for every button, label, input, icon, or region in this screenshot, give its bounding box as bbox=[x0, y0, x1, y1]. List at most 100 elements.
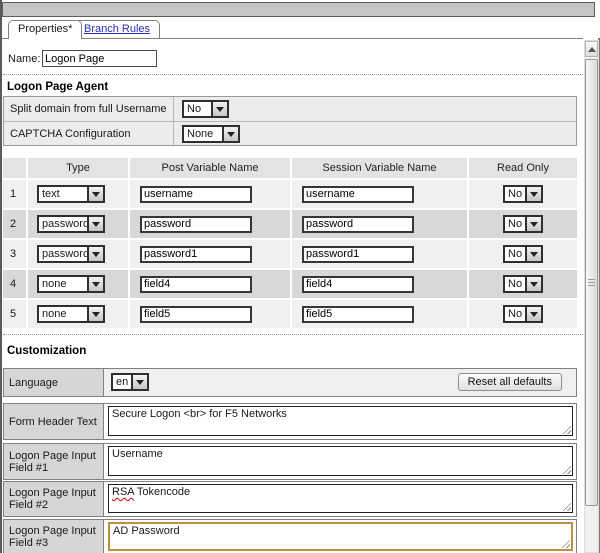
table-row-cell bbox=[130, 300, 290, 328]
misspelled-word: RSA bbox=[112, 486, 134, 498]
dropdown-arrow-icon bbox=[87, 217, 103, 231]
table-row-cell bbox=[292, 300, 467, 328]
table-row-cell: No bbox=[469, 300, 577, 328]
vertical-scrollbar[interactable] bbox=[584, 40, 599, 553]
scroll-up-button[interactable] bbox=[585, 41, 598, 57]
split-domain-value: No bbox=[184, 102, 211, 116]
type-dropdown-4[interactable]: none bbox=[37, 275, 105, 293]
row-number: 2 bbox=[3, 210, 26, 238]
dropdown-arrow-icon bbox=[131, 375, 147, 389]
logon-page-properties-dialog: Properties* Branch Rules Name: Logon Pag… bbox=[0, 0, 600, 553]
resize-handle-icon[interactable] bbox=[562, 502, 571, 511]
read-only-dropdown-1[interactable]: No bbox=[503, 185, 543, 203]
session-variable-input-5[interactable] bbox=[302, 306, 414, 323]
read-only-dropdown-3[interactable]: No bbox=[503, 245, 543, 263]
window-left-border bbox=[0, 0, 2, 553]
row-number: 5 bbox=[3, 300, 26, 328]
logon-input-field-2-row: Logon Page Input Field #2 RSA Tokencode bbox=[3, 481, 577, 517]
logon-input-field-2-label: Logon Page Input Field #2 bbox=[4, 482, 104, 516]
dropdown-arrow-icon bbox=[525, 307, 541, 321]
post-variable-input-1[interactable] bbox=[140, 186, 252, 203]
scrollbar-thumb[interactable] bbox=[585, 59, 598, 506]
name-input[interactable] bbox=[42, 50, 157, 67]
separator bbox=[3, 334, 583, 335]
logon-input-field-2-textarea[interactable]: RSA Tokencode bbox=[108, 484, 573, 513]
table-row-cell bbox=[130, 240, 290, 268]
row-number: 1 bbox=[3, 180, 26, 208]
tab-properties[interactable]: Properties* bbox=[8, 20, 82, 39]
session-variable-input-4[interactable] bbox=[302, 276, 414, 293]
dropdown-arrow-icon bbox=[87, 277, 103, 291]
post-variable-input-5[interactable] bbox=[140, 306, 252, 323]
logon-input-field-1-textarea[interactable]: Username bbox=[108, 446, 573, 476]
type-dropdown-3[interactable]: password bbox=[37, 245, 105, 263]
language-dropdown[interactable]: en bbox=[111, 373, 149, 391]
type-dropdown-5[interactable]: none bbox=[37, 305, 105, 323]
split-domain-dropdown[interactable]: No bbox=[182, 100, 229, 118]
thumb-grip-icon bbox=[588, 279, 595, 287]
tab-properties-label: Properties* bbox=[18, 23, 72, 35]
table-row-cell bbox=[130, 270, 290, 298]
dropdown-arrow-icon bbox=[525, 277, 541, 291]
read-only-dropdown-4[interactable]: No bbox=[503, 275, 543, 293]
resize-handle-icon[interactable] bbox=[562, 465, 571, 474]
session-variable-input-2[interactable] bbox=[302, 216, 414, 233]
session-variable-input-1[interactable] bbox=[302, 186, 414, 203]
form-header-text-row: Form Header Text Secure Logon <br> for F… bbox=[3, 403, 577, 440]
table-row-cell: text bbox=[28, 180, 128, 208]
table-row-cell: No bbox=[469, 210, 577, 238]
post-variable-input-3[interactable] bbox=[140, 246, 252, 263]
dropdown-arrow-icon bbox=[87, 187, 103, 201]
row-number: 4 bbox=[3, 270, 26, 298]
type-dropdown-1[interactable]: text bbox=[37, 185, 105, 203]
captcha-config-value: None bbox=[184, 127, 222, 141]
resize-handle-icon[interactable] bbox=[561, 539, 570, 548]
table-row-cell: password bbox=[28, 210, 128, 238]
header-type: Type bbox=[28, 158, 128, 178]
tab-branch-rules-label: Branch Rules bbox=[84, 23, 150, 35]
form-header-text-textarea[interactable]: Secure Logon <br> for F5 Networks bbox=[108, 406, 573, 436]
reset-all-defaults-button[interactable]: Reset all defaults bbox=[458, 373, 562, 391]
separator bbox=[3, 74, 583, 75]
dropdown-arrow-icon bbox=[211, 102, 227, 116]
header-read-only: Read Only bbox=[469, 158, 577, 178]
dropdown-arrow-icon bbox=[525, 217, 541, 231]
dropdown-arrow-icon bbox=[222, 127, 238, 141]
post-variable-input-2[interactable] bbox=[140, 216, 252, 233]
form-header-text-label: Form Header Text bbox=[4, 404, 104, 439]
dropdown-arrow-icon bbox=[525, 187, 541, 201]
agent-setting-row: CAPTCHA Configuration None bbox=[4, 122, 576, 146]
type-dropdown-2[interactable]: password bbox=[37, 215, 105, 233]
table-row-cell bbox=[292, 180, 467, 208]
captcha-config-dropdown[interactable]: None bbox=[182, 125, 240, 143]
table-row-cell: none bbox=[28, 300, 128, 328]
post-variable-input-4[interactable] bbox=[140, 276, 252, 293]
split-domain-label: Split domain from full Username bbox=[4, 103, 173, 115]
logon-input-field-3-row: Logon Page Input Field #3 AD Password bbox=[3, 519, 577, 553]
session-variable-input-3[interactable] bbox=[302, 246, 414, 263]
dropdown-arrow-icon bbox=[525, 247, 541, 261]
table-row-cell: No bbox=[469, 240, 577, 268]
table-row-cell: none bbox=[28, 270, 128, 298]
header-post-variable: Post Variable Name bbox=[130, 158, 290, 178]
row-number: 3 bbox=[3, 240, 26, 268]
table-row-cell bbox=[130, 210, 290, 238]
agent-section-title: Logon Page Agent bbox=[7, 81, 108, 93]
tab-branch-rules[interactable]: Branch Rules bbox=[74, 20, 160, 38]
table-row-cell bbox=[292, 240, 467, 268]
logon-input-field-1-row: Logon Page Input Field #1 Username bbox=[3, 443, 577, 480]
table-row-cell bbox=[292, 210, 467, 238]
dropdown-arrow-icon bbox=[87, 307, 103, 321]
table-row-cell: No bbox=[469, 180, 577, 208]
logon-input-field-3-label: Logon Page Input Field #3 bbox=[4, 520, 104, 553]
logon-input-field-3-textarea[interactable]: AD Password bbox=[108, 522, 573, 551]
table-row-cell bbox=[292, 270, 467, 298]
read-only-dropdown-5[interactable]: No bbox=[503, 305, 543, 323]
table-row-cell bbox=[130, 180, 290, 208]
tab-strip: Properties* Branch Rules bbox=[2, 20, 583, 39]
read-only-dropdown-2[interactable]: No bbox=[503, 215, 543, 233]
agent-setting-row: Split domain from full Username No bbox=[4, 97, 576, 121]
table-row-cell: password bbox=[28, 240, 128, 268]
captcha-config-label: CAPTCHA Configuration bbox=[4, 128, 173, 140]
resize-handle-icon[interactable] bbox=[562, 425, 571, 434]
